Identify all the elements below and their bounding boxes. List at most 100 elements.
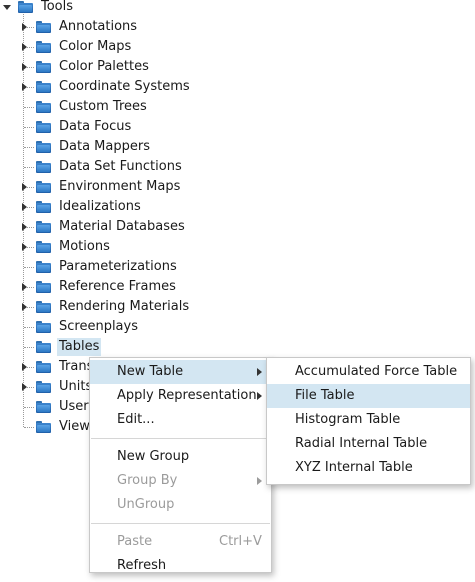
menu-item-apply-representation[interactable]: Apply Representation [90, 384, 271, 408]
tree-item-label: Environment Maps [59, 179, 181, 194]
menu-item-label: Refresh [117, 558, 167, 573]
folder-icon [36, 341, 51, 353]
menu-item-label: New Group [117, 449, 190, 464]
menu-item-refresh[interactable]: Refresh [90, 554, 271, 578]
tree-item-label: View [59, 419, 90, 434]
tree-connector [24, 407, 34, 408]
submenu-arrow-icon [257, 368, 262, 376]
tree-connector [24, 327, 34, 328]
tree-item-reference-frames[interactable]: Reference Frames [0, 277, 475, 297]
folder-icon [36, 381, 51, 393]
menu-item-group-by[interactable]: Group By [90, 469, 271, 493]
menu-item-new-group[interactable]: New Group [90, 445, 271, 469]
submenu-item-xyz-internal-table[interactable]: XYZ Internal Table [267, 456, 470, 480]
submenu-item-label: File Table [295, 388, 355, 403]
context-menu: New Table Apply Representation Edit... New … [89, 357, 272, 573]
tree-connector [24, 167, 34, 168]
folder-icon [36, 401, 51, 413]
submenu-arrow-icon [257, 477, 262, 485]
folder-icon [36, 81, 51, 93]
tree-item-label: Screenplays [59, 319, 138, 334]
tree-item-label: Color Palettes [59, 59, 149, 74]
folder-icon [36, 281, 51, 293]
tree-item-label: Annotations [59, 19, 138, 34]
tree-item-label: Motions [59, 239, 110, 254]
menu-item-label: UnGroup [117, 497, 175, 512]
tree-item-label: Material Databases [59, 219, 185, 234]
folder-icon [36, 361, 51, 373]
menu-item-ungroup[interactable]: UnGroup [90, 493, 271, 517]
menu-item-shortcut: Ctrl+V [219, 534, 262, 549]
submenu-item-label: Radial Internal Table [295, 436, 428, 451]
submenu-item-label: XYZ Internal Table [295, 460, 413, 475]
tree-item-label: Custom Trees [59, 99, 147, 114]
submenu-item-radial-internal-table[interactable]: Radial Internal Table [267, 432, 470, 456]
tree-item-tables[interactable]: Tables [0, 337, 475, 357]
folder-icon [36, 321, 51, 333]
tree-connector [24, 127, 34, 128]
expand-arrow-icon[interactable] [22, 223, 27, 231]
expand-arrow-icon[interactable] [22, 243, 27, 251]
tree-item-label: Data Focus [59, 119, 132, 134]
new-table-submenu: Accumulated Force Table File Table Histogr… [266, 357, 471, 485]
collapse-arrow-icon[interactable] [3, 5, 11, 10]
tree-item-label: Reference Frames [59, 279, 176, 294]
tree-item-parameterizations[interactable]: Parameterizations [0, 257, 475, 277]
tree-item-label: Parameterizations [59, 259, 177, 274]
menu-item-paste[interactable]: Paste Ctrl+V [90, 530, 271, 554]
expand-arrow-icon[interactable] [22, 203, 27, 211]
expand-arrow-icon[interactable] [22, 363, 27, 371]
tree-item-label: Data Set Functions [59, 159, 182, 174]
tree-item-data-set-functions[interactable]: Data Set Functions [0, 157, 475, 177]
folder-icon [36, 141, 51, 153]
tree-item-data-mappers[interactable]: Data Mappers [0, 137, 475, 157]
folder-icon [36, 21, 51, 33]
folder-icon [36, 181, 51, 193]
expand-arrow-icon[interactable] [22, 23, 27, 31]
menu-item-label: Edit... [117, 412, 155, 427]
folder-icon [36, 241, 51, 253]
tree-connector [24, 267, 34, 268]
tree-item-data-focus[interactable]: Data Focus [0, 117, 475, 137]
expand-arrow-icon[interactable] [22, 43, 27, 51]
tree-item-idealizations[interactable]: Idealizations [0, 197, 475, 217]
tree-item-color-maps[interactable]: Color Maps [0, 37, 475, 57]
folder-icon [36, 161, 51, 173]
tree-item-screenplays[interactable]: Screenplays [0, 317, 475, 337]
tree-item-motions[interactable]: Motions [0, 237, 475, 257]
tree-item-environment-maps[interactable]: Environment Maps [0, 177, 475, 197]
expand-arrow-icon[interactable] [22, 383, 27, 391]
folder-icon [36, 221, 51, 233]
tree-item-coordinate-systems[interactable]: Coordinate Systems [0, 77, 475, 97]
tree-item-custom-trees[interactable]: Custom Trees [0, 97, 475, 117]
tree-item-material-databases[interactable]: Material Databases [0, 217, 475, 237]
submenu-item-accumulated-force-table[interactable]: Accumulated Force Table [267, 360, 470, 384]
menu-separator [91, 438, 270, 439]
tree-item-annotations[interactable]: Annotations [0, 17, 475, 37]
tree-connector [24, 347, 34, 348]
folder-icon [36, 121, 51, 133]
folder-icon [36, 41, 51, 53]
tree-item-label: Tables [57, 338, 102, 356]
tree-item-label: Rendering Materials [59, 299, 190, 314]
menu-item-new-table[interactable]: New Table [90, 360, 271, 384]
folder-icon [36, 301, 51, 313]
submenu-item-histogram-table[interactable]: Histogram Table [267, 408, 470, 432]
expand-arrow-icon[interactable] [22, 63, 27, 71]
menu-item-edit[interactable]: Edit... [90, 408, 271, 432]
submenu-item-label: Histogram Table [295, 412, 401, 427]
expand-arrow-icon[interactable] [22, 83, 27, 91]
expand-arrow-icon[interactable] [22, 303, 27, 311]
tree-item-color-palettes[interactable]: Color Palettes [0, 57, 475, 77]
menu-item-label: Group By [117, 473, 178, 488]
folder-icon [36, 421, 51, 433]
submenu-item-file-table[interactable]: File Table [267, 384, 470, 408]
tree-connector [24, 427, 34, 428]
tree-item-label: Idealizations [59, 199, 141, 214]
folder-icon [36, 261, 51, 273]
tree-item-label: Color Maps [59, 39, 132, 54]
tree-root-tools[interactable]: Tools [0, 0, 475, 17]
tree-item-rendering-materials[interactable]: Rendering Materials [0, 297, 475, 317]
expand-arrow-icon[interactable] [22, 183, 27, 191]
expand-arrow-icon[interactable] [22, 283, 27, 291]
